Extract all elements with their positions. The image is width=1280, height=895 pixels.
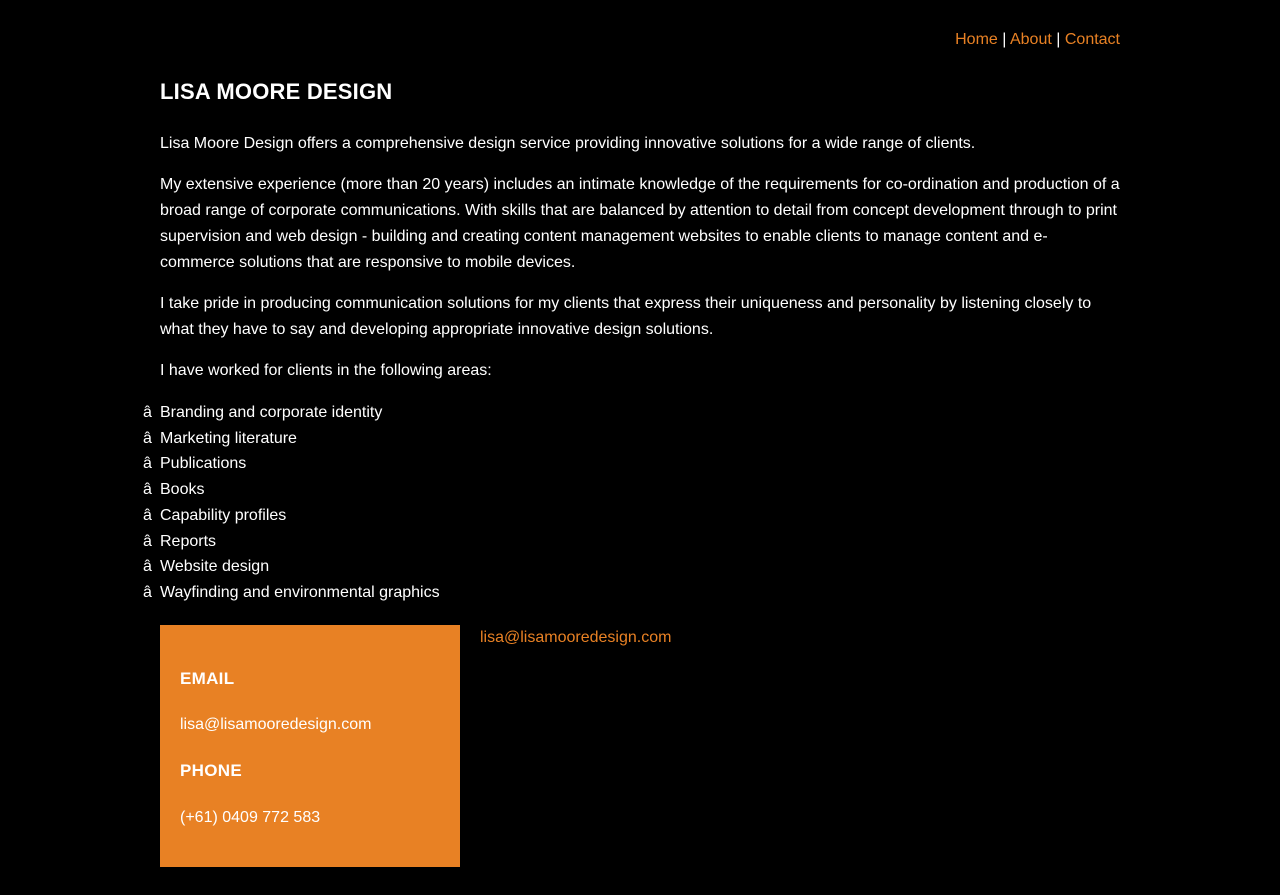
list-item: â Website design <box>143 554 440 580</box>
bullet-glyph: â <box>143 429 152 447</box>
list-item: â Branding and corporate identity <box>143 400 440 426</box>
contact-info-box: EMAIL lisa@lisamooredesign.com PHONE (+6… <box>160 625 460 867</box>
list-item-label: Capability profiles <box>160 506 287 524</box>
top-nav: Home | About | Contact <box>955 30 1120 50</box>
intro-paragraph: My extensive experience (more than 20 ye… <box>160 176 1120 271</box>
list-item-label: Reports <box>160 532 217 550</box>
intro-section: Lisa Moore Design offers a comprehensive… <box>160 131 1120 399</box>
list-item: â Capability profiles <box>143 503 440 529</box>
list-item-label: Publications <box>160 455 247 473</box>
bullet-glyph: â <box>143 506 152 524</box>
list-item: â Wayfinding and environmental graphics <box>143 580 440 606</box>
nav-link-contact[interactable]: Contact <box>1065 31 1120 48</box>
list-item: â Marketing literature <box>143 426 440 452</box>
page-title: LISA MOORE DESIGN <box>160 79 393 104</box>
phone-heading: PHONE <box>180 761 242 780</box>
bullet-glyph: â <box>143 481 152 499</box>
phone-value: (+61) 0409 772 583 <box>180 809 321 826</box>
email-value: lisa@lisamooredesign.com <box>180 716 372 733</box>
nav-separator: | <box>1002 31 1007 48</box>
list-item: â Reports <box>143 529 440 555</box>
intro-paragraph: I take pride in producing communication … <box>160 295 1092 338</box>
nav-separator: | <box>1056 31 1061 48</box>
bullet-glyph: â <box>143 455 152 473</box>
bullet-glyph: â <box>143 583 152 601</box>
nav-link-about[interactable]: About <box>1010 31 1052 48</box>
intro-paragraph: I have worked for clients in the followi… <box>160 362 492 379</box>
bullet-glyph: â <box>143 532 152 550</box>
list-item-label: Website design <box>160 558 270 576</box>
email-heading: EMAIL <box>180 669 235 688</box>
client-areas-list: â Branding and corporate identity â Market… <box>143 400 440 606</box>
intro-paragraph: Lisa Moore Design offers a comprehensive… <box>160 135 976 152</box>
bullet-glyph: â <box>143 404 152 421</box>
list-item-label: Marketing literature <box>160 429 297 447</box>
list-item-label: Branding and corporate identity <box>160 404 383 421</box>
list-item-label: Wayfinding and environmental graphics <box>160 583 440 601</box>
list-item: â Books <box>143 477 440 503</box>
bullet-glyph: â <box>143 558 152 576</box>
nav-link-home[interactable]: Home <box>955 31 998 48</box>
email-link[interactable]: lisa@lisamooredesign.com <box>480 627 671 649</box>
list-item-label: Books <box>160 481 205 499</box>
list-item: â Publications <box>143 451 440 477</box>
